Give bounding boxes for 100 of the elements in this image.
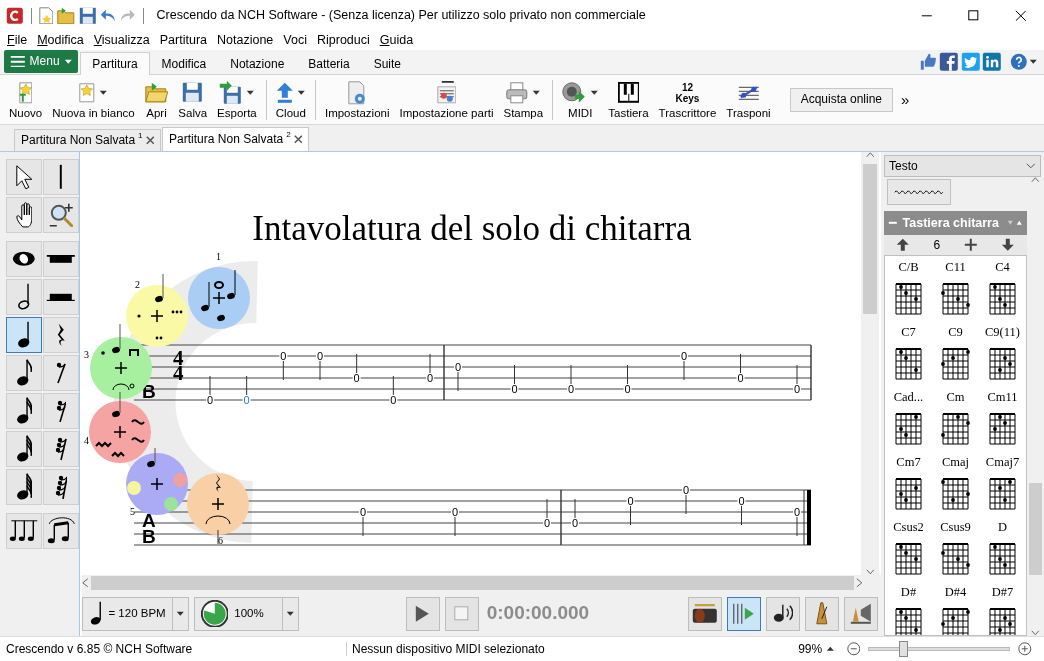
ribbon-tab[interactable]: Partitura — [80, 52, 150, 75]
scroll-up-icon[interactable] — [865, 152, 875, 158]
menu-item[interactable]: Visualizza — [88, 33, 155, 48]
close-icon[interactable] — [145, 136, 155, 145]
scroll-left-icon[interactable] — [82, 578, 89, 588]
overflow-chevron[interactable]: » — [901, 90, 910, 109]
fret-number[interactable]: 0 — [454, 361, 462, 373]
panel-arrows-icon[interactable] — [1007, 220, 1023, 226]
fret-number[interactable]: 0 — [280, 350, 287, 362]
fret-number[interactable]: 0 — [680, 350, 688, 362]
menu-item[interactable]: Guida — [374, 33, 419, 48]
caret-icon[interactable] — [826, 646, 835, 652]
sound-button[interactable] — [766, 596, 800, 631]
fret-number[interactable]: 0 — [624, 383, 631, 395]
scrollbar-thumb[interactable] — [90, 576, 855, 590]
plus-icon[interactable] — [963, 238, 978, 252]
palette-section[interactable] — [187, 473, 249, 545]
line-style-swatch[interactable] — [887, 179, 951, 205]
play-button[interactable] — [405, 596, 440, 631]
menu-item[interactable]: Partitura — [154, 33, 213, 48]
fret-number[interactable]: 0 — [738, 495, 745, 507]
buy-online-button[interactable]: Acquista online — [789, 87, 894, 112]
tempo-button[interactable]: = 120 BPM — [82, 596, 173, 631]
ribbon-tab[interactable]: Batteria — [296, 52, 362, 75]
fret-number[interactable]: 0 — [737, 372, 744, 384]
score-title[interactable]: Intavolatura del solo di chitarra — [252, 209, 692, 248]
menu-item[interactable]: Riproduci — [311, 33, 375, 48]
new-button[interactable]: Nuovo — [4, 76, 48, 123]
scroll-right-icon[interactable] — [856, 578, 863, 588]
zoom-level[interactable]: 99% — [798, 641, 823, 657]
undo-icon[interactable] — [100, 8, 116, 23]
fret-number[interactable]: 0 — [353, 372, 360, 384]
fret-number[interactable]: 0 — [243, 394, 250, 406]
menu-item[interactable]: Voci — [278, 33, 312, 48]
scrollbar-thumb[interactable] — [863, 163, 877, 314]
save-icon[interactable] — [78, 6, 97, 25]
note-stem — [282, 360, 284, 381]
scroll-up-icon[interactable] — [1031, 177, 1040, 183]
follow-playback-button[interactable] — [727, 596, 761, 631]
scrollbar-thumb[interactable] — [1029, 482, 1042, 575]
zoom-in-icon[interactable] — [1018, 642, 1032, 656]
arrow-up-icon[interactable] — [895, 238, 910, 252]
fret-number[interactable]: 0 — [567, 383, 575, 395]
speed-button[interactable]: 100% — [193, 596, 283, 631]
open-button[interactable]: Apri — [139, 76, 174, 123]
palette-section[interactable] — [126, 273, 188, 347]
document-tab[interactable]: Partitura Non Salvata $^{2}$ — [162, 127, 310, 151]
fret-number[interactable]: 0 — [426, 372, 434, 384]
print-button[interactable]: Stampa — [498, 76, 549, 123]
instruments-button[interactable] — [688, 596, 722, 631]
fret-number[interactable]: 0 — [390, 394, 397, 406]
ribbon-tab[interactable]: Suite — [361, 52, 414, 75]
metronome-button[interactable] — [805, 596, 839, 631]
fret-number[interactable]: 0 — [682, 484, 690, 496]
new-blank-button[interactable]: Nuova in bianco — [47, 76, 140, 123]
fret-number[interactable]: 0 — [206, 394, 214, 406]
fret-number[interactable]: 0 — [793, 506, 801, 518]
arrow-down-icon[interactable] — [1001, 238, 1016, 252]
export-button[interactable]: Esporta — [212, 76, 262, 123]
settings-button[interactable]: Impostazioni — [319, 76, 395, 123]
menu-item[interactable]: Modifica — [32, 33, 89, 48]
palette-number: 3 — [84, 349, 89, 360]
close-icon[interactable] — [293, 135, 303, 144]
menu-item[interactable]: File — [2, 33, 33, 48]
fret-number[interactable]: 0 — [359, 506, 367, 518]
transcriber-button[interactable]: 12 Keys Trascrittore — [653, 76, 722, 123]
keyboard-button[interactable]: Tastiera — [603, 76, 654, 123]
ribbon-tab[interactable]: Notazione — [218, 52, 297, 75]
fret-number[interactable]: 0 — [316, 350, 324, 362]
fret-number[interactable]: 0 — [793, 383, 801, 395]
social-logo-icon[interactable] — [982, 52, 1002, 72]
midi-button[interactable]: MIDI — [557, 76, 604, 123]
fret-number[interactable]: 0 — [451, 506, 459, 518]
palette-section[interactable] — [126, 447, 188, 515]
document-tab[interactable]: Partitura Non Salvata $^{1}$ — [14, 129, 162, 151]
fret-number[interactable]: 0 — [543, 517, 551, 529]
social-logo-icon[interactable] — [939, 52, 959, 72]
parts-setup-button[interactable]: Impostazione parti — [394, 76, 499, 123]
bird-logo-icon[interactable] — [960, 52, 981, 72]
cloud-button[interactable]: Cloud — [270, 76, 311, 123]
menu-button[interactable]: Menu — [4, 50, 79, 73]
save-button[interactable]: Salva — [173, 76, 213, 123]
scroll-down-icon[interactable] — [865, 569, 875, 575]
collapse-icon[interactable] — [888, 221, 898, 225]
tool-button[interactable] — [6, 317, 42, 353]
mixer-button[interactable] — [844, 596, 878, 631]
transpose-button[interactable]: Trasponi — [721, 76, 776, 123]
folder-icon[interactable] — [57, 6, 75, 25]
scroll-down-icon[interactable] — [1031, 630, 1040, 636]
ribbon-tab[interactable]: Modifica — [149, 52, 219, 75]
fret-number[interactable]: 0 — [511, 383, 518, 395]
slider-thumb[interactable] — [899, 641, 908, 657]
menu-item[interactable]: Notazione — [212, 33, 279, 48]
zoom-out-icon[interactable] — [846, 642, 861, 656]
fret-number[interactable]: 0 — [571, 517, 579, 529]
note-stem — [741, 505, 742, 526]
fret-number[interactable]: 0 — [627, 495, 634, 507]
panel-select[interactable]: Testo — [884, 155, 1041, 177]
thumbs-up-icon[interactable] — [920, 53, 938, 71]
palette-section[interactable] — [188, 267, 250, 329]
